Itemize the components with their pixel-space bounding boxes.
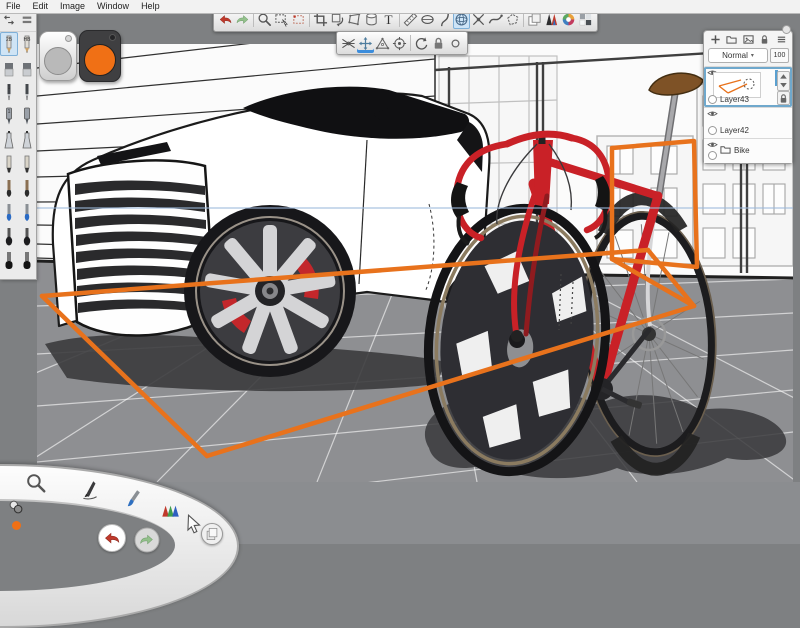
new-group[interactable] <box>726 34 738 46</box>
menu-help[interactable]: Help <box>135 0 166 13</box>
target-tool[interactable] <box>391 34 408 53</box>
lock-layer[interactable] <box>759 34 771 46</box>
redo-arrow[interactable] <box>135 528 160 553</box>
brush-felt-13[interactable] <box>18 176 36 200</box>
pivot-tool[interactable] <box>447 34 464 53</box>
menu-bar: FileEditImageWindowHelp <box>0 0 800 14</box>
move-tool[interactable] <box>357 34 374 53</box>
brush-flat-18[interactable] <box>0 248 18 272</box>
app-window: { "window": { "menu": ["File", "Edit", "… <box>0 0 800 544</box>
rows-icon[interactable] <box>21 13 33 31</box>
layers-panel: Normal ▾ 100 Layer43 Layer42 Bike <box>703 30 793 164</box>
undo-arrow[interactable] <box>98 524 126 552</box>
brush-pencil-1[interactable]: HB <box>18 32 36 56</box>
brush-eraser-2[interactable] <box>0 56 18 80</box>
brush-chisel-10[interactable] <box>0 152 18 176</box>
brush-round-17[interactable] <box>18 224 36 248</box>
brush-marker-7[interactable] <box>18 104 36 128</box>
perspective-guide[interactable] <box>340 34 357 53</box>
eye-icon[interactable] <box>707 141 718 149</box>
brush-editor[interactable] <box>79 478 101 500</box>
folder-icon <box>720 144 731 155</box>
panel-knob <box>782 25 791 34</box>
color-puck-disc[interactable] <box>84 44 116 76</box>
brush-brush-blue-15[interactable] <box>18 200 36 224</box>
layer-lock-button[interactable] <box>777 91 790 105</box>
layer-name: Layer42 <box>720 126 749 135</box>
svg-text:2B: 2B <box>6 37 13 43</box>
brush-round-16[interactable] <box>0 224 18 248</box>
layer-reorder-spinner[interactable] <box>777 71 790 91</box>
import-image[interactable] <box>742 34 754 46</box>
layer-stack[interactable] <box>201 523 223 545</box>
layer-opacity-input[interactable]: 100 <box>770 48 789 63</box>
brush-marker-6[interactable]: 1 <box>0 104 18 128</box>
rotate-tool[interactable] <box>413 34 430 53</box>
blend-mode-value: Normal <box>722 51 748 60</box>
zoom-tool[interactable] <box>25 472 47 494</box>
brush-puck-disc[interactable] <box>44 47 72 75</box>
brush-pen-5[interactable] <box>18 80 36 104</box>
brush-puck[interactable] <box>39 31 77 81</box>
brush-airbrush-8[interactable] <box>0 128 18 152</box>
brush-eraser-3[interactable] <box>18 56 36 80</box>
menu-file[interactable]: File <box>0 0 27 13</box>
transform-handles[interactable] <box>3 13 15 31</box>
brush-tool[interactable] <box>125 488 147 510</box>
menu-window[interactable]: Window <box>91 0 135 13</box>
menu-image[interactable]: Image <box>54 0 91 13</box>
canvas-artwork <box>37 44 793 482</box>
brush-pencil-0[interactable]: 2B <box>0 32 18 56</box>
layer-radio[interactable] <box>708 151 717 160</box>
warp-tool[interactable] <box>374 34 391 53</box>
lock-tool[interactable] <box>430 34 447 53</box>
brush-airbrush-9[interactable] <box>18 128 36 152</box>
color-puck[interactable] <box>79 30 121 82</box>
eye-icon[interactable] <box>707 110 718 118</box>
blend-mode-select[interactable]: Normal ▾ <box>708 48 768 63</box>
add-layer[interactable] <box>709 34 721 46</box>
layer-name: Layer43 <box>720 95 749 104</box>
layer-name: Bike <box>734 146 750 160</box>
canvas[interactable] <box>37 44 793 482</box>
svg-text:1: 1 <box>8 85 11 91</box>
puck-hole <box>109 34 116 41</box>
brush-chisel-11[interactable] <box>18 152 36 176</box>
color-editor[interactable] <box>159 499 181 521</box>
layer-radio[interactable] <box>708 126 717 135</box>
color-dot[interactable] <box>12 521 21 530</box>
panel-menu[interactable] <box>775 34 787 46</box>
brush-brush-blue-14[interactable] <box>0 200 18 224</box>
layer-radio[interactable] <box>708 95 717 104</box>
chevron-down-icon: ▾ <box>751 52 754 59</box>
brush-pen-4[interactable]: 1 <box>0 80 18 104</box>
menu-edit[interactable]: Edit <box>27 0 55 13</box>
layer-row-layer42[interactable]: Layer42 <box>704 107 792 138</box>
layer-row-layer43[interactable]: Layer43 <box>704 66 792 107</box>
svg-text:HB: HB <box>24 37 32 43</box>
brush-palette: 2B HB 1 1 <box>0 13 37 280</box>
puck-hole <box>65 35 72 42</box>
brush-felt-12[interactable] <box>0 176 18 200</box>
toolbar-separator <box>410 35 411 51</box>
layer-row-bike[interactable]: Bike <box>704 138 792 163</box>
brush-flat-19[interactable] <box>18 248 36 272</box>
svg-text:1: 1 <box>8 109 11 115</box>
puck-mini-icon[interactable] <box>9 500 24 515</box>
transform-toolbar <box>336 31 468 55</box>
